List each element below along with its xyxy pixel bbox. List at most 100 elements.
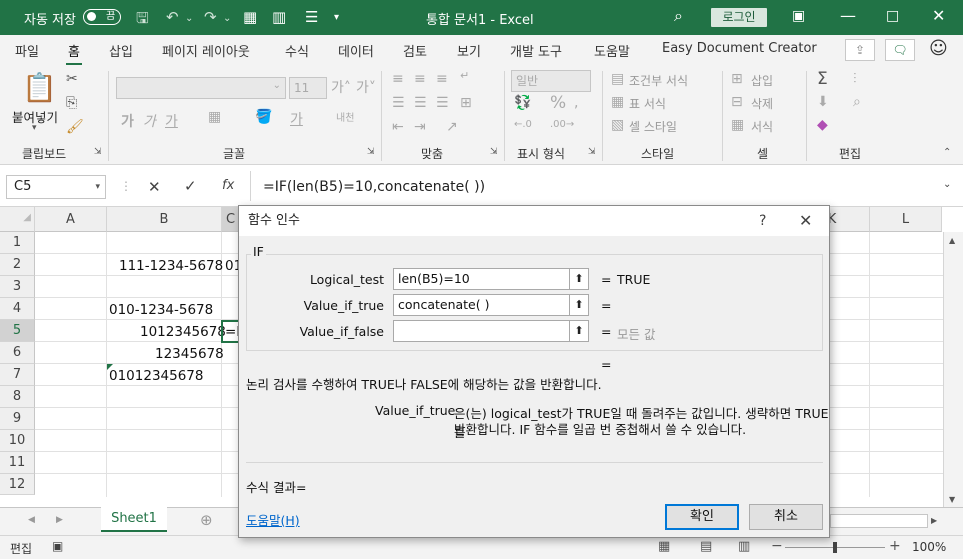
name-box[interactable]: C5 ▾ xyxy=(6,175,106,199)
insert-cells-icon[interactable]: ⊞ xyxy=(731,71,743,87)
scroll-right-icon[interactable]: ▶ xyxy=(931,516,937,525)
row-header[interactable]: 6 xyxy=(0,342,35,364)
customize-qat-icon[interactable]: ▾ xyxy=(334,12,339,23)
page-break-view-icon[interactable]: ▥ xyxy=(738,539,750,554)
clipboard-launcher-icon[interactable]: ⇲ xyxy=(94,147,102,157)
tab-help[interactable]: 도움말 xyxy=(594,41,630,60)
collapse-dialog-icon[interactable]: ⬆ xyxy=(569,321,588,341)
help-link[interactable]: 도움말(H) xyxy=(246,510,300,529)
merge-center-icon[interactable]: ⊞ xyxy=(460,95,472,111)
phonetic-icon[interactable]: 내천 xyxy=(336,109,354,124)
decrease-indent-icon[interactable]: ⇤ xyxy=(392,119,404,135)
zoom-in-icon[interactable]: + xyxy=(889,538,901,554)
formula-input[interactable]: =IF(len(B5)=10,concatenate( )) xyxy=(257,175,957,199)
zoom-slider-thumb[interactable] xyxy=(833,542,837,553)
expand-formula-icon[interactable]: ⌄ xyxy=(943,179,951,190)
tab-developer[interactable]: 개발 도구 xyxy=(510,41,562,60)
align-top-icon[interactable]: ≡ xyxy=(392,71,404,87)
tab-data[interactable]: 데이터 xyxy=(338,41,374,60)
zoom-level[interactable]: 100% xyxy=(912,540,946,554)
error-indicator-icon[interactable] xyxy=(107,364,113,370)
cancel-button[interactable]: 취소 xyxy=(749,504,823,530)
cancel-entry-icon[interactable]: ✕ xyxy=(148,178,161,196)
currency-icon[interactable]: 💱 xyxy=(514,95,531,111)
autosum-icon[interactable]: Σ xyxy=(817,69,828,89)
login-button[interactable]: 로그인 xyxy=(711,8,767,27)
cell-b4[interactable]: 010-1234-5678 xyxy=(109,299,213,321)
format-cells-label[interactable]: 서식 xyxy=(751,118,773,135)
paste-icon[interactable]: 📋 xyxy=(22,71,57,104)
horizontal-scrollbar[interactable] xyxy=(830,514,928,528)
vertical-scrollbar[interactable]: ▲ ▼ xyxy=(943,232,963,507)
column-header-l[interactable]: L xyxy=(870,207,942,232)
tab-review[interactable]: 검토 xyxy=(403,41,427,60)
column-header-b[interactable]: B xyxy=(107,207,222,232)
alignment-launcher-icon[interactable]: ⇲ xyxy=(490,147,498,157)
undo-icon[interactable]: ↶ xyxy=(166,8,179,26)
tab-easy-document-creator[interactable]: Easy Document Creator xyxy=(662,41,817,56)
close-icon[interactable]: ✕ xyxy=(932,6,945,25)
align-middle-icon[interactable]: ≡ xyxy=(414,71,426,87)
format-table-icon[interactable]: ▦ xyxy=(611,94,624,110)
delete-cells-icon[interactable]: ⊟ xyxy=(731,94,743,110)
font-size-combo[interactable]: 11 xyxy=(289,77,327,99)
value-if-true-input[interactable]: concatenate( ) ⬆ xyxy=(393,294,589,316)
cell-b6[interactable]: 12345678 xyxy=(155,343,224,365)
row-header[interactable]: 11 xyxy=(0,452,35,474)
conditional-format-icon[interactable]: ▤ xyxy=(611,71,624,87)
next-sheet-icon[interactable]: ▶ xyxy=(56,515,63,525)
find-select-icon[interactable]: ⌕ xyxy=(853,94,861,110)
redo-dropdown-icon[interactable]: ⌄ xyxy=(223,13,231,24)
orientation-icon[interactable]: ↗ xyxy=(446,119,458,135)
select-all-corner[interactable]: ◢ xyxy=(0,207,35,232)
number-launcher-icon[interactable]: ⇲ xyxy=(588,147,596,157)
row-header[interactable]: 4 xyxy=(0,298,35,320)
row-header[interactable]: 7 xyxy=(0,364,35,386)
align-center-icon[interactable]: ☰ xyxy=(414,95,427,111)
table-icon[interactable]: ▦ xyxy=(243,8,257,26)
scroll-up-icon[interactable]: ▲ xyxy=(949,236,955,245)
tab-file[interactable]: 파일 xyxy=(15,41,39,60)
collapse-ribbon-icon[interactable]: ⌃ xyxy=(943,147,951,158)
insert-cells-label[interactable]: 삽입 xyxy=(751,72,773,89)
tab-home[interactable]: 홈 xyxy=(66,41,82,66)
cell-b7[interactable]: 01012345678 xyxy=(109,365,203,387)
minimize-icon[interactable]: — xyxy=(840,6,856,25)
bold-icon[interactable]: 가 xyxy=(121,111,134,131)
row-header[interactable]: 3 xyxy=(0,276,35,298)
row-header[interactable]: 5 xyxy=(0,320,35,342)
collapse-dialog-icon[interactable]: ⬆ xyxy=(569,269,588,289)
row-header[interactable]: 1 xyxy=(0,232,35,254)
smiley-feedback-icon[interactable]: ☺ xyxy=(929,38,948,59)
collapse-dialog-icon[interactable]: ⬆ xyxy=(569,295,588,315)
search-icon[interactable]: ⌕ xyxy=(674,6,683,26)
decrease-decimal-icon[interactable]: .00→ xyxy=(550,119,574,130)
scroll-down-icon[interactable]: ▼ xyxy=(949,495,955,504)
cut-icon[interactable]: ✂ xyxy=(66,71,78,87)
font-launcher-icon[interactable]: ⇲ xyxy=(367,147,375,157)
fill-color-icon[interactable]: 🪣 xyxy=(255,109,272,125)
row-header[interactable]: 2 xyxy=(0,254,35,276)
dialog-titlebar[interactable]: 함수 인수 ? ✕ xyxy=(239,206,829,236)
cell-styles-icon[interactable]: ▧ xyxy=(611,117,624,133)
row-header[interactable]: 8 xyxy=(0,386,35,408)
font-color-icon[interactable]: 가 xyxy=(290,109,303,129)
number-format-combo[interactable]: 일반 xyxy=(511,70,591,92)
delete-cells-label[interactable]: 삭제 xyxy=(751,95,773,112)
dialog-help-button[interactable]: ? xyxy=(759,206,766,236)
page-layout-view-icon[interactable]: ▤ xyxy=(700,539,712,554)
increase-indent-icon[interactable]: ⇥ xyxy=(414,119,426,135)
row-header[interactable]: 10 xyxy=(0,430,35,452)
column-header-a[interactable]: A xyxy=(35,207,107,232)
paste-dropdown-icon[interactable]: ▾ xyxy=(32,123,37,133)
enter-check-icon[interactable]: ✓ xyxy=(184,177,197,195)
fill-icon[interactable]: ⬇ xyxy=(817,94,829,110)
align-right-icon[interactable]: ☰ xyxy=(436,95,449,111)
conditional-format-label[interactable]: 조건부 서식 xyxy=(629,72,688,89)
shrink-font-icon[interactable]: 가˅ xyxy=(356,77,376,97)
tab-formulas[interactable]: 수식 xyxy=(285,41,309,60)
share-button[interactable]: ⇪ xyxy=(845,39,875,61)
redo-icon[interactable]: ↷ xyxy=(204,8,217,26)
sheet-tab-sheet1[interactable]: Sheet1 xyxy=(101,507,167,532)
cell-styles-label[interactable]: 셀 스타일 xyxy=(629,118,677,135)
